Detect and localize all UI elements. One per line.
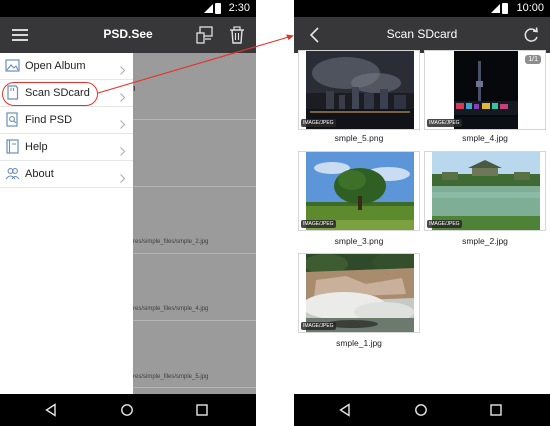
battery-icon xyxy=(215,3,221,14)
page-indicator: 1/1 xyxy=(525,55,541,64)
book-icon xyxy=(5,139,20,154)
status-bar: 2:30 xyxy=(0,0,256,17)
file-thumbnail[interactable]: 1/1 IMAGE/JPEG xyxy=(424,50,546,130)
status-time: 10:00 xyxy=(516,2,544,14)
drawer-item-find-psd[interactable]: Find PSD xyxy=(0,107,133,134)
menu-icon[interactable] xyxy=(8,24,32,46)
refresh-icon[interactable] xyxy=(520,24,542,46)
annotation-highlight xyxy=(2,82,98,106)
file-thumbnail[interactable]: IMAGE/JPEG xyxy=(298,151,420,231)
file-thumbnail[interactable]: IMAGE/JPEG xyxy=(424,151,546,231)
list-divider xyxy=(133,320,256,321)
app-toolbar: Scan SDcard xyxy=(294,17,550,53)
screen-title: Scan SDcard xyxy=(386,27,458,41)
file-grid: IMAGE/JPEG smple_5.png 1/1 IMAGE/JPEG sm… xyxy=(294,50,550,394)
tree-field-image xyxy=(306,152,414,230)
app-title: PSD.See xyxy=(103,27,153,41)
trash-icon[interactable] xyxy=(226,24,248,46)
drawer-item-open-album[interactable]: Open Album xyxy=(0,53,133,80)
devices-icon[interactable] xyxy=(194,24,216,46)
drawer-item-help[interactable]: Help xyxy=(0,134,133,161)
nav-recent-icon[interactable] xyxy=(195,403,209,417)
file-name: smple_3.png xyxy=(334,236,384,246)
signal-icon xyxy=(491,4,500,13)
file-name: smple_4.jpg xyxy=(462,133,508,143)
mime-badge: IMAGE/JPEG xyxy=(427,119,462,127)
drawer-item-label: Find PSD xyxy=(25,114,73,126)
mime-badge: IMAGE/JPEG xyxy=(427,220,462,228)
phone-scan-screen: 10:00 Scan SDcard IMAGE/JPEG smple_5.png… xyxy=(294,0,550,426)
drawer-item-label: About xyxy=(25,168,54,180)
night-tower-image xyxy=(432,51,540,129)
list-divider xyxy=(133,119,256,120)
status-bar: 10:00 xyxy=(294,0,550,17)
nav-home-icon[interactable] xyxy=(414,403,428,417)
mime-badge: IMAGE/JPEG xyxy=(301,119,336,127)
phone-drawer-screen: 2:30 PSD.See ı res/simple_files/smple_2.… xyxy=(0,0,256,426)
waterfall-image xyxy=(306,254,414,332)
file-thumbnail[interactable]: IMAGE/JPEG xyxy=(298,253,420,333)
file-name: smple_5.png xyxy=(334,133,384,143)
file-name: smple_1.jpg xyxy=(336,338,382,348)
find-psd-icon xyxy=(5,112,20,127)
status-time: 2:30 xyxy=(228,2,250,14)
list-divider xyxy=(133,186,256,187)
file-path: res/simple_files/smple_2.jpg xyxy=(133,239,209,245)
drawer-item-label: Open Album xyxy=(25,60,86,72)
file-path: res/simple_files/smple_4.jpg xyxy=(133,306,209,312)
file-thumbnail[interactable]: IMAGE/JPEG xyxy=(298,50,420,130)
chevron-right-icon xyxy=(120,143,126,156)
lake-pagoda-image xyxy=(432,152,540,230)
app-toolbar: PSD.See xyxy=(0,17,256,53)
list-divider xyxy=(133,253,256,254)
file-name: smple_2.jpg xyxy=(462,236,508,246)
chevron-right-icon xyxy=(120,116,126,129)
behind-letter: ı xyxy=(133,83,136,93)
screenshot-canvas: 2:30 PSD.See ı res/simple_files/smple_2.… xyxy=(0,0,550,426)
chevron-right-icon xyxy=(120,89,126,102)
file-path: res/simple_files/smple_5.jpg xyxy=(133,374,209,380)
nav-recent-icon[interactable] xyxy=(489,403,503,417)
people-icon xyxy=(5,166,20,181)
image-icon xyxy=(5,58,20,73)
nav-home-icon[interactable] xyxy=(120,403,134,417)
nav-back-icon[interactable] xyxy=(338,403,352,417)
nav-back-icon[interactable] xyxy=(44,403,58,417)
chevron-right-icon xyxy=(120,170,126,183)
list-divider xyxy=(133,387,256,388)
night-city-image xyxy=(306,51,414,129)
drawer-item-about[interactable]: About xyxy=(0,161,133,188)
battery-icon xyxy=(502,3,508,14)
system-nav-bar xyxy=(294,394,550,426)
system-nav-bar xyxy=(0,394,256,426)
drawer-item-label: Help xyxy=(25,141,48,153)
back-arrow-icon[interactable] xyxy=(304,24,326,46)
mime-badge: IMAGE/JPEG xyxy=(301,220,336,228)
mime-badge: IMAGE/JPEG xyxy=(301,322,336,330)
chevron-right-icon xyxy=(120,62,126,75)
signal-icon xyxy=(204,4,213,13)
